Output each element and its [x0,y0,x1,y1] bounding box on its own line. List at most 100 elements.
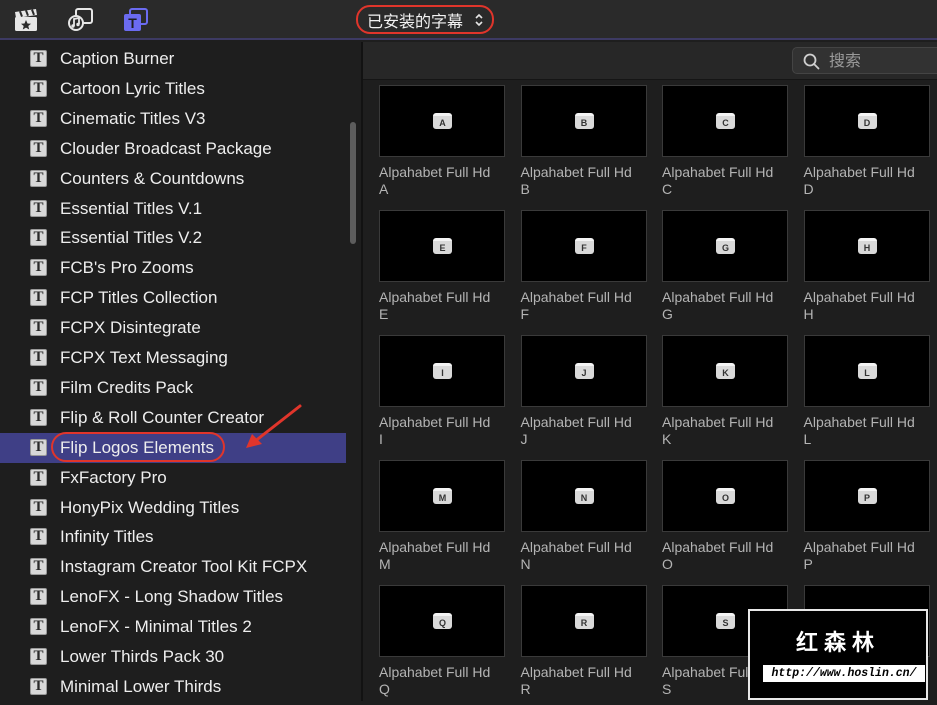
thumbnail-preview: E [379,210,505,282]
sidebar-item[interactable]: T Essential Titles V.1 [0,194,346,224]
thumbnail-preview: D [803,85,930,157]
sidebar-scrollbar[interactable] [350,122,356,244]
sidebar-item[interactable]: T FxFactory Pro [0,463,346,493]
thumbnail-preview: L [803,335,930,407]
clapperboard-icon[interactable] [13,8,39,32]
music-photo-icon[interactable] [68,8,94,32]
title-thumbnail[interactable]: I Alpahabet Full Hd I [379,335,505,455]
title-thumbnail[interactable]: K Alpahabet Full Hd K [662,335,788,455]
title-template-icon: T [30,319,47,337]
watermark-url: http://www.hoslin.cn/ [763,665,925,682]
title-thumbnail[interactable]: A Alpahabet Full Hd A [379,85,505,205]
title-template-icon: T [30,259,47,277]
sidebar-item[interactable]: T LenoFX - Minimal Titles 2 [0,612,346,642]
thumbnail-name: Alpahabet Full Hd F [520,289,632,322]
title-template-icon: T [30,169,47,187]
sidebar-item[interactable]: T Caption Burner [0,44,346,74]
title-template-icon: T [30,648,47,665]
sidebar-item[interactable]: T Flip Logos Elements [0,432,346,463]
search-field[interactable] [792,47,937,74]
watermark-logo: 红森林 http://www.hoslin.cn/ [748,609,928,700]
letter-badge: R [574,613,594,629]
search-input[interactable] [827,51,931,73]
sidebar-item[interactable]: T Minimal Lower Thirds [0,672,346,701]
sidebar-item[interactable]: T FCPX Disintegrate [0,313,346,343]
title-template-icon: T [30,618,47,636]
title-thumbnail[interactable]: Q Alpahabet Full Hd Q [379,585,505,705]
sidebar-item-label: Lower Thirds Pack 30 [60,647,225,666]
titles-category-selector[interactable]: 已安装的字幕 [356,5,494,34]
title-template-icon: T [30,139,47,157]
title-thumbnail[interactable]: C Alpahabet Full Hd C [662,85,788,205]
letter-badge: S [716,613,735,629]
sidebar-item[interactable]: T LenoFX - Long Shadow Titles [0,582,346,612]
title-thumbnail[interactable]: L Alpahabet Full Hd L [803,335,930,455]
sidebar-item-label: Clouder Broadcast Package [60,138,272,158]
sidebar-item[interactable]: T Infinity Titles [0,522,346,552]
thumbnail-name: Alpahabet Full Hd D [803,164,915,197]
letter-badge: B [574,113,594,129]
titles-icon[interactable]: T [123,8,149,32]
letter-badge: M [433,488,452,504]
title-thumbnail[interactable]: R Alpahabet Full Hd R [520,585,647,705]
title-template-icon: T [30,588,47,606]
thumbnail-preview: N [520,460,647,532]
thumbnail-preview: M [379,460,505,532]
thumbnail-preview: J [520,335,647,407]
sidebar-item[interactable]: T Cinematic Titles V3 [0,104,346,134]
thumbnail-name: Alpahabet Full Hd R [520,664,632,697]
sidebar-item-label: Film Credits Pack [60,377,194,397]
sidebar-item[interactable]: T Cartoon Lyric Titles [0,74,346,104]
title-thumbnail[interactable]: O Alpahabet Full Hd O [662,460,788,580]
title-template-icon: T [30,109,47,127]
letter-badge: F [574,238,594,254]
thumbnail-preview: K [662,335,788,407]
sidebar-item[interactable]: T FCPX Text Messaging [0,343,346,373]
thumbnail-preview: P [803,460,930,532]
thumbnail-name: Alpahabet Full Hd P [803,539,915,572]
sidebar-item[interactable]: T Film Credits Pack [0,373,346,403]
sidebar-item-label: Flip Logos Elements [60,437,215,457]
sidebar-item[interactable]: T Essential Titles V.2 [0,223,346,253]
title-thumbnail[interactable]: B Alpahabet Full Hd B [520,85,647,205]
sidebar-item-label: Infinity Titles [60,527,154,547]
sidebar-item-label: LenoFX - Minimal Titles 2 [60,617,252,637]
chevron-up-down-icon [475,13,483,27]
title-thumbnail[interactable]: D Alpahabet Full Hd D [803,85,930,205]
letter-badge: N [574,488,594,504]
letter-badge: D [857,113,877,129]
title-thumbnail[interactable]: N Alpahabet Full Hd N [520,460,647,580]
sidebar-item[interactable]: T Flip & Roll Counter Creator [0,403,346,433]
title-template-icon: T [30,378,47,396]
sidebar-item[interactable]: T HonyPix Wedding Titles [0,493,346,523]
titles-grid: A Alpahabet Full Hd A B Alpahabet Full Hd B… [363,80,937,701]
sidebar-item-label: Flip & Roll Counter Creator [60,407,265,427]
title-thumbnail[interactable]: M Alpahabet Full Hd M [379,460,505,580]
thumbnail-name: Alpahabet Full Hd E [379,289,491,322]
sidebar-item-label: HonyPix Wedding Titles [60,497,240,517]
title-template-icon: T [30,558,47,576]
title-thumbnail[interactable]: H Alpahabet Full Hd H [803,210,930,330]
sidebar-item-label: Minimal Lower Thirds [60,676,222,696]
sidebar-item[interactable]: T FCP Titles Collection [0,283,346,313]
thumbnail-preview: G [662,210,788,282]
title-template-icon: T [30,349,47,366]
sidebar-item[interactable]: T FCB's Pro Zooms [0,253,346,283]
title-thumbnail[interactable]: E Alpahabet Full Hd E [379,210,505,330]
titles-sidebar: T Caption Burner T Cartoon Lyric Titles T Cin… [0,42,361,701]
svg-text:T: T [128,15,137,31]
title-thumbnail[interactable]: F Alpahabet Full Hd F [520,210,647,330]
title-thumbnail[interactable]: P Alpahabet Full Hd P [803,460,930,580]
thumbnail-preview: Q [379,585,505,657]
sidebar-item[interactable]: T Lower Thirds Pack 30 [0,642,346,672]
title-thumbnail[interactable]: G Alpahabet Full Hd G [662,210,788,330]
title-template-icon: T [30,79,47,97]
sidebar-item-label: FCB's Pro Zooms [60,258,194,278]
sidebar-item[interactable]: T Clouder Broadcast Package [0,134,346,164]
letter-badge: C [716,113,735,129]
sidebar-item[interactable]: T Instagram Creator Tool Kit FCPX [0,552,346,582]
thumbnail-name: Alpahabet Full Hd A [379,164,491,197]
title-thumbnail[interactable]: J Alpahabet Full Hd J [520,335,647,455]
sidebar-item[interactable]: T Counters & Countdowns [0,164,346,194]
sidebar-item-label: Instagram Creator Tool Kit FCPX [60,557,308,577]
